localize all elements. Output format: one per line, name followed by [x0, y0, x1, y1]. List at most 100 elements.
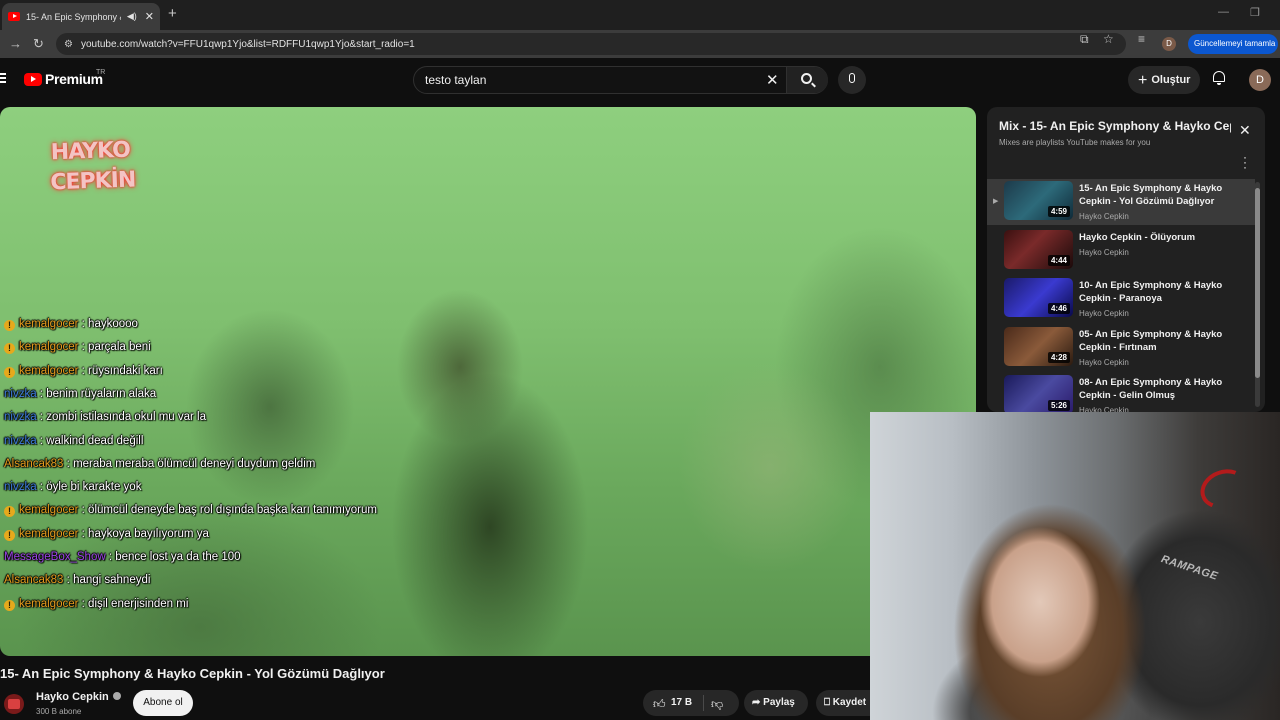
playlist-item[interactable]: 4:44 Hayko Cepkin - Ölüyorum Hayko Cepkin	[987, 228, 1255, 274]
chat-message: ! kemalgocer : ölümcül deneyde baş rol dı…	[4, 504, 377, 520]
reload-icon[interactable]: ↻	[33, 36, 44, 52]
media-control-icon[interactable]: ≡	[1138, 32, 1145, 46]
playlist-item-title[interactable]: Hayko Cepkin - Ölüyorum	[1079, 231, 1244, 244]
chat-text: benim rüyaların alaka	[46, 387, 157, 400]
install-app-icon[interactable]: ⧉	[1080, 32, 1089, 47]
logo-country-code: TR	[96, 69, 106, 76]
close-icon[interactable]: ✕	[1239, 122, 1251, 139]
clear-search-icon[interactable]: ✕	[766, 71, 779, 89]
chat-message: Alsancak83 : meraba meraba ölümcül deney…	[4, 458, 315, 474]
playlist-item-title[interactable]: 08- An Epic Symphony & Hayko Cepkin - Ge…	[1079, 376, 1244, 402]
youtube-play-icon	[24, 72, 42, 86]
browser-toolbar: → ↻ ⚙ youtube.com/watch?v=FFU1qwp1Yjo&li…	[0, 30, 1280, 58]
playlist-item[interactable]: ▶ 4:59 15- An Epic Symphony & Hayko Cepkin…	[987, 179, 1255, 225]
video-thumbnail[interactable]: 4:28	[1004, 326, 1073, 366]
chat-username: nivzka	[4, 481, 37, 494]
video-thumbnail[interactable]: 4:59	[1004, 181, 1073, 220]
video-title: 15- An Epic Symphony & Hayko Cepkin - Yo…	[0, 666, 385, 681]
chat-separator: :	[63, 574, 74, 587]
chat-username: kemalgocer	[19, 504, 79, 517]
like-icon[interactable]: 👍︎	[653, 697, 666, 712]
more-options-icon[interactable]: · · ·	[1243, 151, 1247, 173]
share-button[interactable]: ➦ Paylaş	[744, 690, 808, 716]
hamburger-menu-icon[interactable]	[0, 73, 6, 83]
chat-badge-icon: !	[4, 529, 15, 541]
verified-icon	[112, 692, 121, 700]
chat-username: nivzka	[4, 387, 37, 400]
notifications-bell-icon[interactable]	[1212, 71, 1226, 87]
url-text[interactable]: youtube.com/watch?v=FFU1qwp1Yjo&list=RDF…	[81, 39, 415, 50]
overlay-logo-line2: CEPKİN	[49, 167, 136, 196]
mix-title[interactable]: Mix - 15- An Epic Symphony & Hayko Cepki…	[999, 119, 1231, 133]
scrollbar-thumb[interactable]	[1255, 188, 1260, 378]
chat-separator: :	[78, 597, 89, 610]
playlist-item[interactable]: 4:28 05- An Epic Symphony & Hayko Cepkin …	[987, 325, 1255, 371]
forward-icon[interactable]: →	[9, 36, 22, 51]
chat-message: ! kemalgocer : haykoooo	[4, 318, 138, 334]
youtube-favicon-icon	[8, 12, 20, 21]
microphone-icon	[849, 73, 855, 83]
video-thumbnail[interactable]: 5:26	[1004, 375, 1073, 412]
playlist-item-channel: Hayko Cepkin	[1079, 309, 1129, 318]
playlist-item-title[interactable]: 05- An Epic Symphony & Hayko Cepkin - Fı…	[1079, 328, 1244, 354]
playlist-item-title[interactable]: 15- An Epic Symphony & Hayko Cepkin - Yo…	[1079, 182, 1244, 208]
youtube-header: Premium TR testo taylan ✕ + Oluştur D	[0, 58, 1280, 102]
chat-separator: :	[36, 481, 47, 494]
dislike-icon[interactable]: 👎︎	[711, 697, 723, 712]
chat-separator: :	[78, 364, 89, 377]
chat-text: walkind dead değill	[46, 434, 144, 447]
tab-title: 15- An Epic Symphony & Hayko	[26, 11, 121, 22]
search-box[interactable]: testo taylan ✕	[413, 66, 828, 94]
channel-name[interactable]: Hayko Cepkin	[36, 691, 121, 703]
search-input[interactable]: testo taylan	[425, 73, 486, 87]
playlist-item-title[interactable]: 10- An Epic Symphony & Hayko Cepkin - Pa…	[1079, 279, 1244, 305]
chat-badge-icon: !	[4, 506, 15, 518]
minimize-icon[interactable]: —	[1218, 6, 1229, 18]
voice-search-button[interactable]	[838, 66, 866, 94]
maximize-icon[interactable]: ❐	[1250, 6, 1260, 19]
chat-text: haykoya bayılıyorum ya	[88, 527, 209, 540]
playlist-scrollbar[interactable]	[1255, 182, 1260, 407]
browser-profile-avatar[interactable]: D	[1162, 37, 1176, 51]
site-info-icon[interactable]: ⚙	[64, 39, 73, 50]
hayko-cepkin-overlay-logo: HAYKO CEPKİN	[49, 131, 136, 212]
playlist-item[interactable]: 5:26 08- An Epic Symphony & Hayko Cepkin …	[987, 373, 1255, 412]
chat-separator: :	[78, 527, 89, 540]
tab-close-icon[interactable]: ✕	[145, 10, 154, 23]
video-duration: 4:59	[1047, 206, 1070, 217]
channel-avatar[interactable]	[4, 694, 24, 714]
subscribe-button[interactable]: Abone ol	[133, 690, 193, 716]
address-bar[interactable]: ⚙ youtube.com/watch?v=FFU1qwp1Yjo&list=R…	[56, 33, 1126, 55]
chat-separator: :	[36, 411, 47, 424]
browser-tab[interactable]: 15- An Epic Symphony & Hayko ◀) ✕	[2, 3, 160, 30]
video-duration: 5:26	[1047, 400, 1070, 411]
channel-name-text[interactable]: Hayko Cepkin	[36, 691, 109, 703]
playlist-item[interactable]: 4:46 10- An Epic Symphony & Hayko Cepkin …	[987, 276, 1255, 322]
speaker-icon[interactable]: ◀)	[127, 11, 137, 22]
account-avatar[interactable]: D	[1249, 69, 1271, 91]
update-button[interactable]: Güncellemeyi tamamla	[1188, 34, 1278, 54]
chat-message: nivzka : walkind dead değill	[4, 435, 143, 451]
youtube-premium-logo[interactable]: Premium	[24, 71, 103, 87]
create-button[interactable]: + Oluştur	[1128, 66, 1200, 94]
chat-separator: :	[78, 341, 89, 354]
chat-badge-icon: !	[4, 599, 15, 611]
logo-text: Premium	[45, 71, 103, 87]
mix-subtitle: Mixes are playlists YouTube makes for yo…	[999, 138, 1151, 147]
chat-message: ! kemalgocer : parçala beni	[4, 341, 151, 357]
like-count[interactable]: 17 B	[671, 697, 692, 708]
bookmark-star-icon[interactable]: ☆	[1103, 32, 1114, 46]
chat-text: bence lost ya da the 100	[115, 551, 241, 563]
chat-username: Alsancak83	[4, 574, 64, 587]
video-thumbnail[interactable]: 4:46	[1004, 278, 1073, 317]
chat-message: Alsancak83 : hangi sahneydi	[4, 574, 150, 590]
save-label: Kaydet	[832, 697, 867, 708]
new-tab-icon[interactable]: +	[168, 5, 177, 22]
chat-message: nivzka : benim rüyaların alaka	[4, 388, 156, 404]
chat-username: kemalgocer	[19, 318, 79, 330]
playlist-item-channel: Hayko Cepkin	[1079, 247, 1129, 257]
video-duration: 4:28	[1047, 351, 1070, 363]
search-button[interactable]	[786, 67, 828, 93]
playlist-item-channel: Hayko Cepkin	[1079, 357, 1129, 367]
video-thumbnail[interactable]: 4:44	[1004, 229, 1073, 269]
